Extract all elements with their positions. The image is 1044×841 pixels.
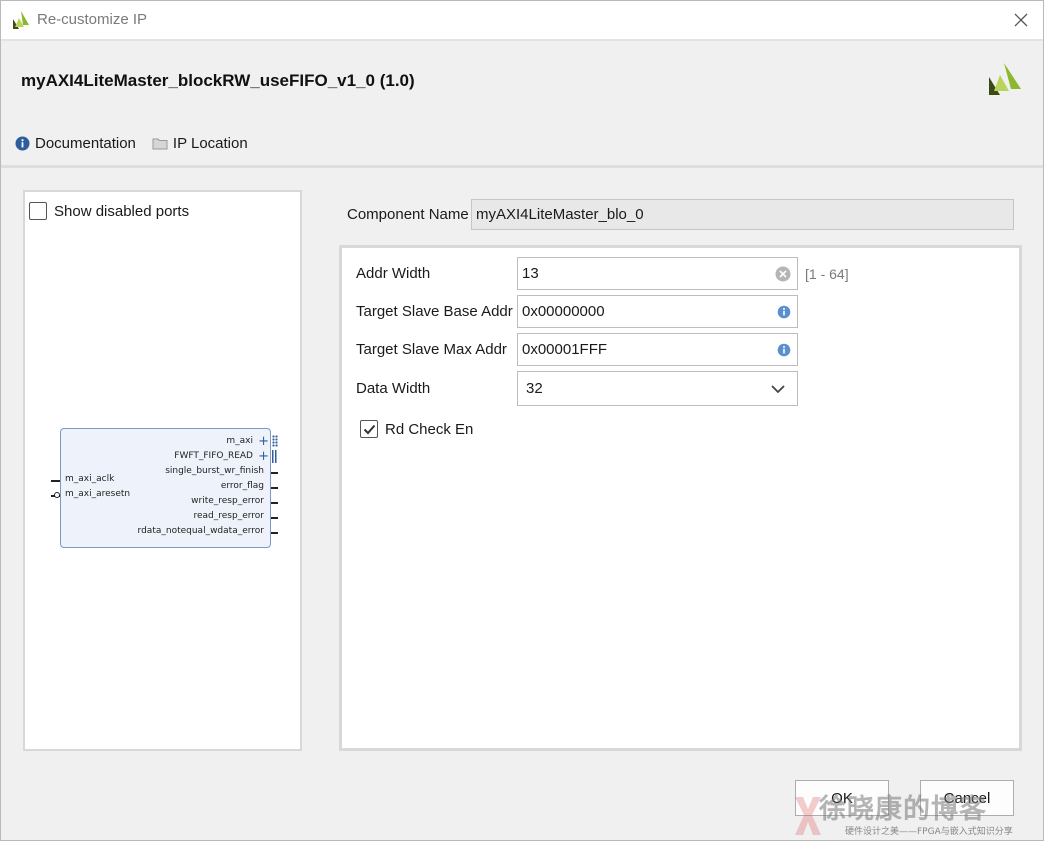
symbol-panel: Show disabled ports m_axi + FWFT_FIFO_RE… (23, 190, 302, 751)
info-icon (15, 136, 30, 151)
port-error-flag: error_flag (220, 481, 264, 491)
component-name-label: Component Name (347, 206, 469, 223)
active-low-bubble-icon (54, 492, 60, 498)
folder-icon (152, 138, 168, 150)
header-divider (1, 165, 1043, 168)
pin (271, 472, 278, 474)
header-links: Documentation IP Location (15, 135, 264, 152)
pin (271, 532, 278, 534)
vivado-logo-icon (13, 11, 29, 29)
port-m-axi-aresetn: m_axi_aresetn (65, 489, 131, 499)
parameters-panel: Addr Width 13 [1 - 64] Target Slave Base… (339, 245, 1022, 751)
plus-icon: + (258, 449, 269, 464)
base-addr-input[interactable]: 0x00000000 (517, 295, 798, 328)
checkmark-icon (363, 424, 375, 434)
addr-width-range: [1 - 64] (805, 266, 849, 282)
re-customize-ip-window: Re-customize IP myAXI4LiteMaster_blockRW… (0, 0, 1044, 841)
data-width-value: 32 (526, 380, 543, 397)
close-icon (1014, 13, 1028, 27)
ip-title: myAXI4LiteMaster_blockRW_useFIFO_v1_0 (1… (21, 71, 415, 90)
fifo-connector-icon (272, 450, 278, 463)
info-icon[interactable] (777, 305, 791, 319)
title-bar: Re-customize IP (1, 1, 1043, 39)
data-width-select[interactable]: 32 (517, 371, 798, 406)
ip-block-symbol: m_axi + FWFT_FIFO_READ + single_burst_wr… (51, 428, 278, 548)
show-disabled-ports-checkbox[interactable]: Show disabled ports (29, 202, 189, 220)
pin (271, 502, 278, 504)
pin (271, 517, 278, 519)
port-single-burst-wr-finish: single_burst_wr_finish (165, 466, 264, 476)
port-fwft-fifo-read: FWFT_FIFO_READ (174, 451, 253, 461)
close-button[interactable] (1007, 6, 1035, 34)
cancel-button[interactable]: Cancel (920, 780, 1014, 816)
addr-width-label: Addr Width (356, 265, 431, 282)
documentation-link[interactable]: Documentation (15, 135, 136, 152)
clear-icon[interactable] (775, 266, 791, 282)
show-disabled-ports-label: Show disabled ports (54, 202, 190, 220)
component-name-field[interactable]: myAXI4LiteMaster_blo_0 (471, 199, 1014, 230)
plus-icon: + (258, 434, 269, 449)
info-icon[interactable] (777, 343, 791, 357)
documentation-label: Documentation (35, 135, 136, 152)
pin (271, 487, 278, 489)
chevron-down-icon (771, 385, 785, 394)
ok-button[interactable]: OK (795, 780, 889, 816)
ip-location-label: IP Location (172, 135, 248, 152)
show-disabled-ports-box[interactable] (29, 202, 47, 220)
port-read-resp-error: read_resp_error (193, 511, 265, 521)
bus-connector-icon (272, 435, 278, 447)
base-addr-value: 0x00000000 (522, 303, 605, 320)
max-addr-input[interactable]: 0x00001FFF (517, 333, 798, 366)
watermark-subtitle: 硬件设计之美——FPGA与嵌入式知识分享 (845, 827, 1013, 837)
data-width-label: Data Width (356, 380, 431, 397)
rd-check-en-checkbox[interactable]: Rd Check En (360, 420, 473, 438)
ip-location-link[interactable]: IP Location (152, 135, 248, 152)
rd-check-en-label: Rd Check En (385, 420, 474, 438)
addr-width-value: 13 (522, 265, 539, 282)
vivado-brand-logo-icon (989, 63, 1021, 95)
max-addr-label: Target Slave Max Addr (356, 341, 507, 358)
ip-header: myAXI4LiteMaster_blockRW_useFIFO_v1_0 (1… (1, 39, 1043, 165)
rd-check-en-box[interactable] (360, 420, 378, 438)
port-m-axi: m_axi (226, 436, 253, 446)
pin (51, 480, 60, 482)
window-title: Re-customize IP (37, 11, 148, 28)
port-rdata-notequal-wdata-error: rdata_notequal_wdata_error (137, 526, 264, 536)
addr-width-input[interactable]: 13 (517, 257, 798, 290)
base-addr-label: Target Slave Base Addr (356, 303, 513, 320)
port-write-resp-error: write_resp_error (191, 496, 264, 506)
port-m-axi-aclk: m_axi_aclk (65, 474, 115, 484)
max-addr-value: 0x00001FFF (522, 341, 608, 358)
